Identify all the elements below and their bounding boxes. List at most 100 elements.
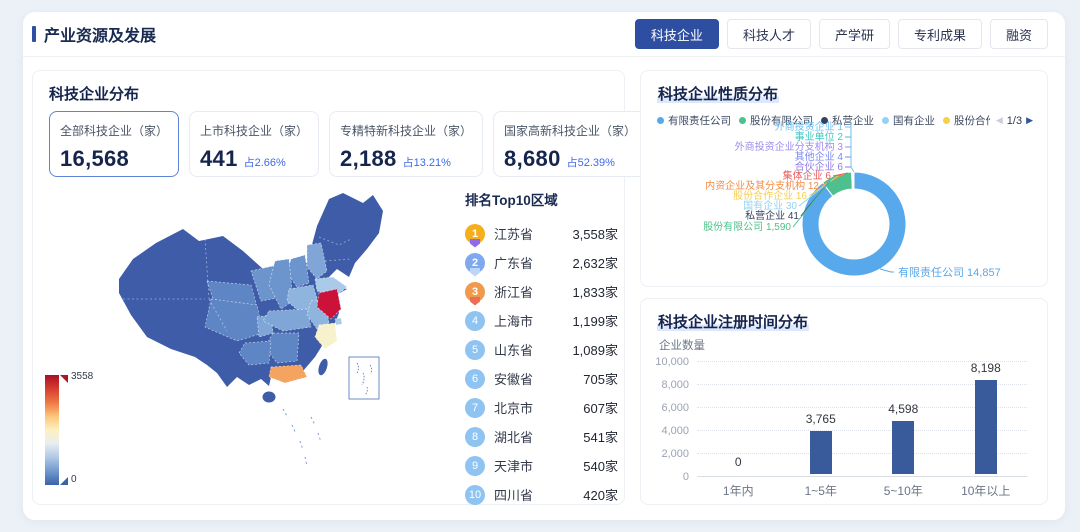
rank-medal-icon: 8 xyxy=(465,427,485,447)
x-axis-category: 1年内 xyxy=(723,482,754,499)
map-inset-box xyxy=(349,357,379,399)
nature-panel: 科技企业性质分布 有限责任公司股份有限公司私营企业国有企业股份合作企业内 ◀ 1… xyxy=(640,70,1048,287)
page-title: 产业资源及发展 xyxy=(44,22,156,46)
top10-region-value: 705家 xyxy=(583,369,618,388)
stat-percent: 占2.66% xyxy=(244,154,286,170)
top10-row-4: 4上海市1,199家 xyxy=(465,306,618,335)
tab-bar: 科技企业科技人才产学研专利成果融资 xyxy=(635,19,1048,49)
registration-panel-title: 科技企业注册时间分布 xyxy=(641,299,1047,332)
top10-region-name: 江苏省 xyxy=(494,224,572,243)
y-tick-label: 8,000 xyxy=(661,379,689,391)
stat-label: 全部科技企业（家） xyxy=(60,122,168,139)
registration-panel: 科技企业注册时间分布 企业数量 10,0008,0006,0004,0002,0… xyxy=(640,298,1048,505)
top10-region-value: 541家 xyxy=(583,427,618,446)
top10-row-5: 5山东省1,089家 xyxy=(465,335,618,364)
page-header: 产业资源及发展 科技企业科技人才产学研专利成果融资 xyxy=(23,12,1065,57)
main-card: 产业资源及发展 科技企业科技人才产学研专利成果融资 科技企业分布 全部科技企业（… xyxy=(23,12,1065,520)
stat-value: 2,188 xyxy=(340,146,397,172)
distribution-panel-title: 科技企业分布 xyxy=(33,71,624,104)
region-guangdong xyxy=(269,365,307,383)
stat-card-1[interactable]: 上市科技企业（家） 441 占2.66% xyxy=(189,111,319,177)
top10-row-2: 2广东省2,632家 xyxy=(465,248,618,277)
top10-list: 1 江苏省3,558家 2广东省2,632家 3 浙江省1,833家 4上海市1,199家… xyxy=(465,219,618,509)
top10-region-value: 3,558家 xyxy=(572,224,618,243)
stat-card-3[interactable]: 国家高新科技企业（家）8,680占52.39% xyxy=(493,111,647,177)
top10-region-value: 2,632家 xyxy=(572,253,618,272)
top10-region-name: 浙江省 xyxy=(494,282,572,301)
stat-label: 上市科技企业（家） xyxy=(200,122,308,139)
tab-3[interactable]: 专利成果 xyxy=(898,19,982,49)
top10-row-8: 8 湖北省541家 xyxy=(465,422,618,451)
y-tick-label: 10,000 xyxy=(655,356,689,368)
stat-value: 441 xyxy=(200,146,238,172)
top10-region-name: 广东省 xyxy=(494,253,572,272)
tab-1[interactable]: 科技人才 xyxy=(727,19,811,49)
gradient-max-label: 3558 xyxy=(71,371,93,382)
rank-medal-icon: 7 xyxy=(465,398,485,418)
donut-chart[interactable]: 外商投资企业 1事业单位 2外商投资企业分支机构 3其他企业 4合伙企业 6集体… xyxy=(647,117,1043,286)
gradient-bar[interactable] xyxy=(45,375,59,485)
bar-value-label: 0 xyxy=(735,455,742,469)
rank-medal-icon: 3 xyxy=(465,282,485,302)
bar-value-label: 8,198 xyxy=(971,361,1001,375)
rank-medal-icon: 6 xyxy=(465,369,485,389)
bar-1 xyxy=(810,431,832,474)
y-tick-label: 2,000 xyxy=(661,448,689,460)
bar-2 xyxy=(892,421,914,474)
x-axis-category: 10年以上 xyxy=(961,482,1010,499)
top10-row-6: 6安徽省705家 xyxy=(465,364,618,393)
region-hainan[interactable] xyxy=(263,392,276,403)
donut-callout-label: 股份有限公司 1,590 xyxy=(703,220,791,233)
top10-row-10: 10 四川省420家 xyxy=(465,480,618,509)
rank-medal-icon: 10 xyxy=(465,485,485,505)
stat-label: 国家高新科技企业（家） xyxy=(504,122,636,139)
stat-value: 16,568 xyxy=(60,146,129,172)
nature-panel-title: 科技企业性质分布 xyxy=(641,71,1047,104)
china-map xyxy=(111,181,441,481)
gradient-max-marker-icon xyxy=(60,375,68,383)
stat-card-2[interactable]: 专精特新科技企业（家） 2,188 占13.21% xyxy=(329,111,483,177)
stat-value-row: 2,188 占13.21% xyxy=(340,146,472,172)
medal-ribbon-icon xyxy=(470,297,480,306)
donut-main-callout-label: 有限责任公司 14,857 xyxy=(898,265,1001,279)
stat-percent: 占52.39% xyxy=(567,154,615,170)
top10-title: 排名Top10区域 xyxy=(465,189,618,209)
stat-label: 专精特新科技企业（家） xyxy=(340,122,472,139)
region-taiwan[interactable] xyxy=(317,358,330,377)
tab-2[interactable]: 产学研 xyxy=(819,19,890,49)
top10-region-name: 湖北省 xyxy=(494,427,583,446)
rank-medal-icon: 5 xyxy=(465,340,485,360)
gradient-min-marker-icon xyxy=(60,477,68,485)
tab-4[interactable]: 融资 xyxy=(990,19,1048,49)
top10-region-value: 1,833家 xyxy=(572,282,618,301)
top10-region-name: 四川省 xyxy=(494,485,583,504)
gridline: 0 xyxy=(697,476,1027,477)
top10-region-value: 540家 xyxy=(583,456,618,475)
tab-0[interactable]: 科技企业 xyxy=(635,19,719,49)
y-tick-label: 6,000 xyxy=(661,402,689,414)
rank-medal-icon: 1 xyxy=(465,224,485,244)
bar-value-label: 4,598 xyxy=(888,402,918,416)
stat-percent: 占13.21% xyxy=(403,154,451,170)
top10-region-name: 山东省 xyxy=(494,340,572,359)
region-shanghai xyxy=(335,318,342,325)
distribution-panel: 科技企业分布 全部科技企业（家） 16,568 上市科技企业（家） 441 占2.66%… xyxy=(32,70,625,505)
gradient-min-label: 0 xyxy=(71,474,77,485)
china-map-svg[interactable] xyxy=(111,181,441,481)
top10-ranking: 排名Top10区域 1 江苏省3,558家 2广东省2,632家 3 浙江省1,833家… xyxy=(465,189,618,509)
title-accent-bar xyxy=(32,26,36,42)
bar-3 xyxy=(975,380,997,474)
x-axis-category: 1~5年 xyxy=(805,482,837,499)
bar-value-label: 3,765 xyxy=(806,412,836,426)
card-body: 科技企业分布 全部科技企业（家） 16,568 上市科技企业（家） 441 占2.66%… xyxy=(23,57,1065,519)
top10-region-name: 上海市 xyxy=(494,311,572,330)
stat-card-0[interactable]: 全部科技企业（家） 16,568 xyxy=(49,111,179,177)
rank-medal-icon: 9 xyxy=(465,456,485,476)
medal-ribbon-icon xyxy=(470,268,480,277)
top10-row-3: 3 浙江省1,833家 xyxy=(465,277,618,306)
donut-callout-label: 私营企业 41 xyxy=(745,209,799,222)
top10-row-9: 9天津市540家 xyxy=(465,451,618,480)
y-axis-label: 企业数量 xyxy=(659,337,705,353)
x-axis-category: 5~10年 xyxy=(884,482,923,499)
top10-region-value: 420家 xyxy=(583,485,618,504)
